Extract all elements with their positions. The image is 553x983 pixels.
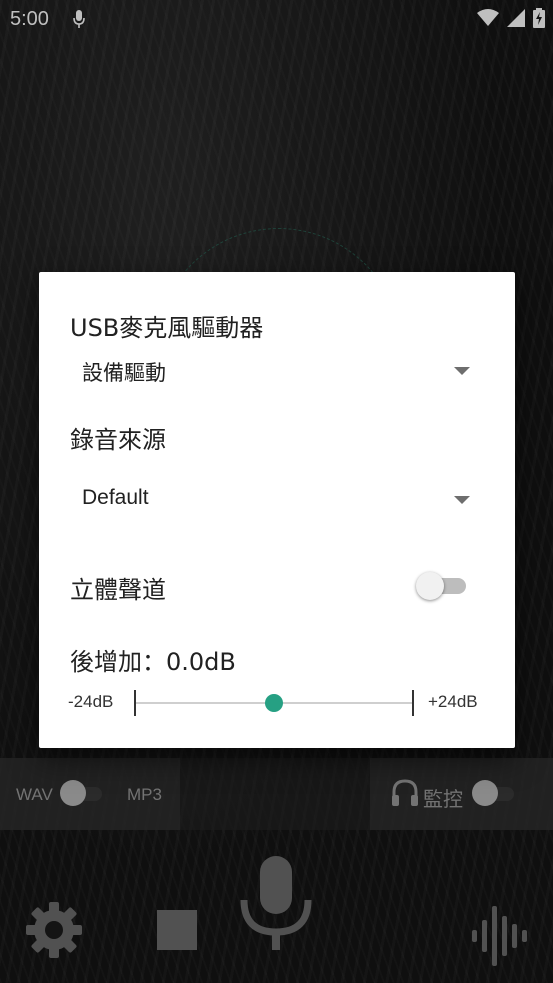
gain-min-label: -24dB: [68, 692, 114, 711]
slider-thumb[interactable]: [265, 694, 283, 712]
stereo-switch-thumb: [416, 572, 444, 600]
gain-max-label: +24dB: [428, 692, 478, 711]
slider-end-tick: [412, 690, 414, 716]
recording-source-dropdown[interactable]: Default: [70, 478, 470, 518]
chevron-down-icon: [454, 367, 470, 375]
stereo-switch[interactable]: [416, 572, 468, 600]
gain-label: 後增加：0.0dB: [70, 648, 236, 676]
usb-driver-value: 設備驅動: [82, 361, 166, 385]
gain-slider[interactable]: [134, 690, 414, 716]
recording-source-label: 錄音來源: [70, 426, 166, 454]
stereo-label: 立體聲道: [70, 576, 166, 604]
chevron-down-icon: [454, 496, 470, 504]
usb-driver-dropdown[interactable]: 設備驅動: [70, 349, 470, 389]
usb-driver-label: USB麥克風驅動器: [70, 314, 264, 342]
recording-source-value: Default: [82, 486, 149, 509]
usb-mic-settings-dialog: USB麥克風驅動器 設備驅動 錄音來源 Default 立體聲道 後增加：0.0…: [39, 272, 515, 748]
